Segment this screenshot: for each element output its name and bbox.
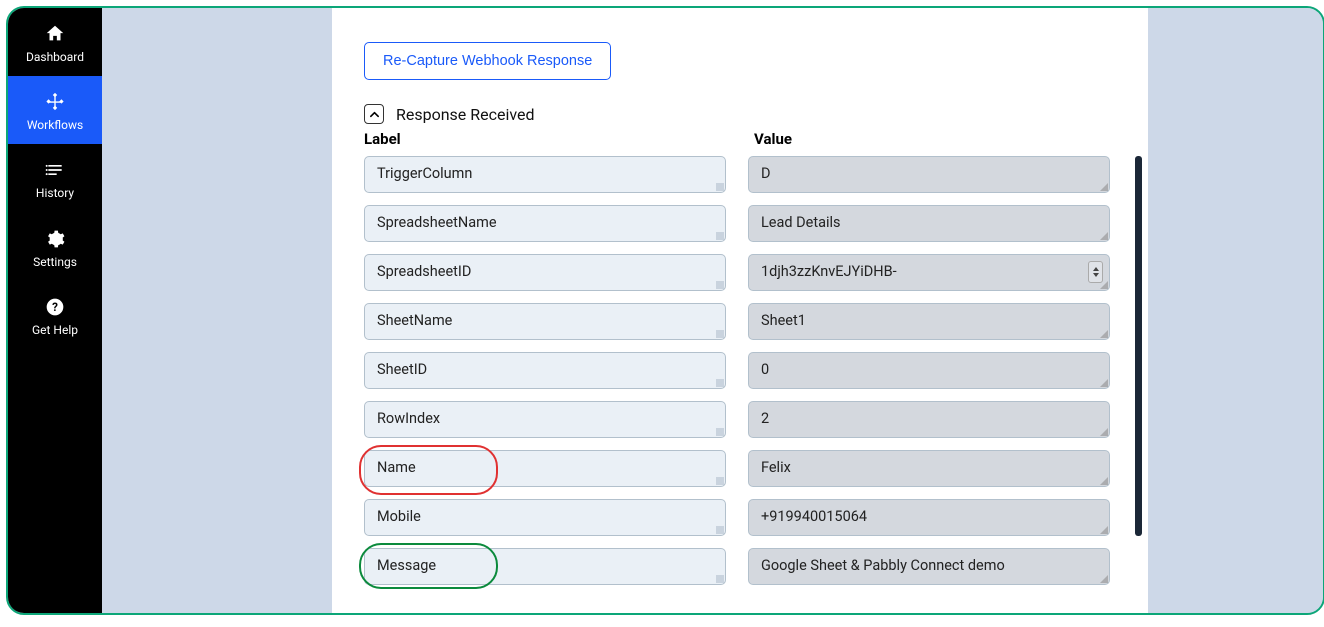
data-row: TriggerColumn D — [364, 156, 1128, 193]
sidebar-item-history[interactable]: History — [8, 144, 102, 212]
value-cell[interactable]: 0 — [748, 352, 1110, 389]
data-row: Name Felix — [364, 450, 1128, 487]
sidebar-item-settings[interactable]: Settings — [8, 213, 102, 281]
svg-text:?: ? — [52, 300, 58, 314]
sidebar-item-label: Dashboard — [26, 51, 84, 64]
workflow-icon — [41, 89, 69, 115]
help-icon: ? — [41, 294, 69, 320]
value-cell[interactable]: Lead Details — [748, 205, 1110, 242]
main-area: Re-Capture Webhook Response Response Rec… — [102, 8, 1323, 613]
sidebar-item-label: Workflows — [27, 119, 83, 132]
label-cell[interactable]: Mobile — [364, 499, 726, 536]
value-cell[interactable]: 1djh3zzKnvEJYiDHB- — [748, 254, 1110, 291]
data-row: SheetID 0 — [364, 352, 1128, 389]
sidebar-item-get-help[interactable]: ? Get Help — [8, 281, 102, 349]
data-row: SpreadsheetID 1djh3zzKnvEJYiDHB- — [364, 254, 1128, 291]
value-cell[interactable]: Sheet1 — [748, 303, 1110, 340]
sidebar-item-label: Settings — [33, 256, 77, 269]
response-received-title: Response Received — [396, 105, 535, 124]
data-row: Message Google Sheet & Pabbly Connect dem… — [364, 548, 1128, 585]
column-header-label: Label — [364, 130, 754, 148]
recapture-webhook-button[interactable]: Re-Capture Webhook Response — [364, 42, 611, 80]
data-row: Mobile +919940015064 — [364, 499, 1128, 536]
sidebar-item-dashboard[interactable]: Dashboard — [8, 8, 102, 76]
label-cell[interactable]: Name — [364, 450, 726, 487]
sidebar-item-label: Get Help — [32, 324, 78, 337]
label-cell[interactable]: SheetName — [364, 303, 726, 340]
label-cell[interactable]: SheetID — [364, 352, 726, 389]
history-icon — [41, 157, 69, 183]
data-row: RowIndex 2 — [364, 401, 1128, 438]
chevron-up-icon — [369, 109, 380, 120]
response-data-table: TriggerColumn D SpreadsheetName Lead Detail… — [364, 156, 1128, 585]
value-cell[interactable]: Felix — [748, 450, 1110, 487]
label-cell[interactable]: SpreadsheetName — [364, 205, 726, 242]
collapse-toggle[interactable] — [364, 104, 384, 124]
label-cell[interactable]: TriggerColumn — [364, 156, 726, 193]
data-row: SpreadsheetName Lead Details — [364, 205, 1128, 242]
sidebar-item-workflows[interactable]: Workflows — [8, 76, 102, 144]
label-cell[interactable]: RowIndex — [364, 401, 726, 438]
value-cell[interactable]: 2 — [748, 401, 1110, 438]
webhook-response-panel: Re-Capture Webhook Response Response Rec… — [332, 8, 1148, 613]
column-header-value: Value — [754, 130, 792, 148]
sidebar: Dashboard Workflows History Settings ? G… — [8, 8, 102, 613]
label-cell[interactable]: SpreadsheetID — [364, 254, 726, 291]
stepper-icon[interactable] — [1088, 261, 1103, 283]
label-cell[interactable]: Message — [364, 548, 726, 585]
value-cell[interactable]: Google Sheet & Pabbly Connect demo — [748, 548, 1110, 585]
gear-icon — [41, 226, 69, 252]
data-row: SheetName Sheet1 — [364, 303, 1128, 340]
value-cell[interactable]: +919940015064 — [748, 499, 1110, 536]
sidebar-item-label: History — [36, 187, 74, 200]
scrollbar[interactable] — [1135, 156, 1142, 536]
value-cell[interactable]: D — [748, 156, 1110, 193]
home-icon — [41, 21, 69, 47]
